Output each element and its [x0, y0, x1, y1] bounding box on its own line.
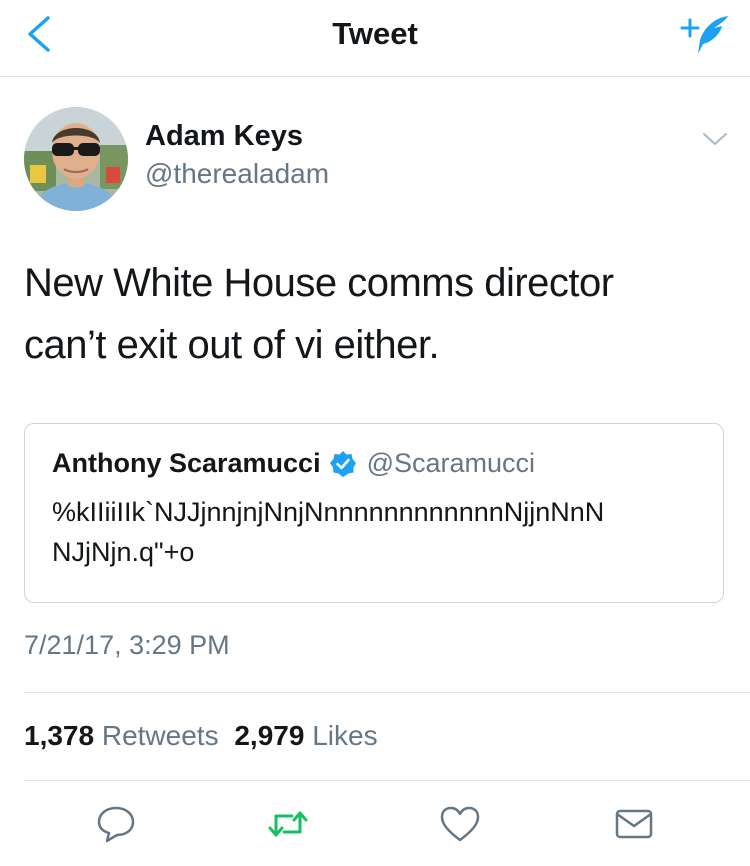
like-button[interactable]	[438, 804, 482, 844]
quoted-tweet-card[interactable]: Anthony Scaramucci @Scaramucci %kIIiiIIk…	[24, 423, 724, 603]
direct-message-button[interactable]	[612, 804, 656, 844]
tweet-stats: 1,378 Retweets 2,979 Likes	[24, 720, 378, 752]
likes-stat[interactable]: 2,979 Likes	[234, 720, 377, 751]
compose-feather-icon	[680, 16, 728, 54]
chevron-down-icon	[703, 133, 727, 145]
quoted-author-name: Anthony Scaramucci	[52, 448, 321, 478]
quoted-author-handle: @Scaramucci	[366, 448, 536, 478]
likes-label: Likes	[312, 720, 378, 751]
navigation-bar: Tweet	[0, 0, 750, 77]
retweet-button[interactable]	[266, 804, 310, 844]
author-avatar-photo	[24, 107, 128, 211]
quoted-tweet-text: %kIIiiIIk`NJJjnnjnjNnjNnnnnnnnnnnnnNjjnN…	[52, 497, 605, 567]
envelope-icon	[615, 809, 653, 839]
likes-count: 2,979	[234, 720, 305, 751]
page-title: Tweet	[332, 16, 418, 51]
tweet-options-button[interactable]	[700, 128, 730, 150]
avatar[interactable]	[24, 107, 128, 211]
retweets-count: 1,378	[24, 720, 95, 751]
verified-badge-icon	[329, 450, 356, 477]
compose-tweet-button[interactable]	[676, 10, 732, 60]
author-name[interactable]: Adam Keys	[145, 120, 303, 153]
tweet-text-line: can’t exit out of vi either.	[24, 323, 440, 367]
tweet-text: New White House comms director can’t exi…	[24, 252, 724, 376]
divider	[24, 692, 750, 693]
reply-bubble-icon	[97, 806, 135, 843]
divider	[24, 780, 750, 781]
author-handle[interactable]: @therealadam	[145, 158, 329, 190]
quoted-tweet-header: Anthony Scaramucci @Scaramucci	[52, 448, 535, 479]
tweet-text-line: New White House comms director	[24, 261, 614, 305]
retweets-label: Retweets	[101, 720, 219, 751]
retweet-icon	[268, 811, 308, 837]
retweets-stat[interactable]: 1,378 Retweets	[24, 720, 226, 751]
tweet-timestamp: 7/21/17, 3:29 PM	[24, 630, 230, 660]
heart-icon	[440, 806, 480, 842]
reply-button[interactable]	[94, 804, 138, 844]
